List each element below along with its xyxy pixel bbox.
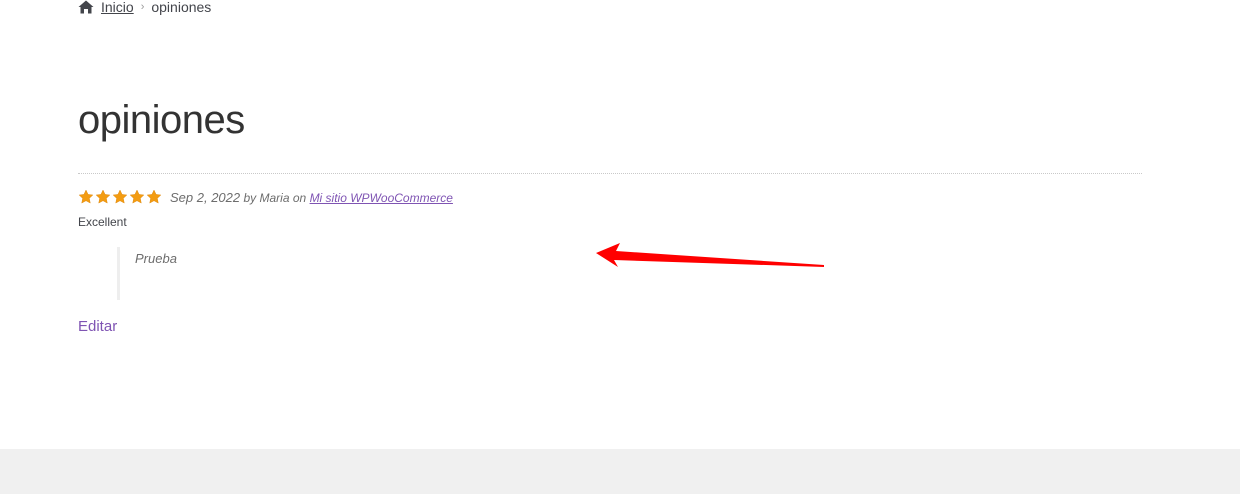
footer [0, 449, 1240, 494]
page-title: opiniones [78, 98, 245, 142]
star-icon [146, 189, 162, 204]
review-date: Sep 2, 2022 [170, 189, 241, 205]
review-content: Prueba [135, 251, 177, 266]
star-icon [95, 189, 111, 204]
review-quote: Prueba [117, 247, 520, 300]
breadcrumb-current: opiniones [151, 0, 212, 15]
star-rating [78, 189, 162, 205]
home-icon [78, 0, 94, 14]
review-by-text: by [243, 190, 257, 205]
breadcrumb-separator: › [140, 1, 145, 13]
review-site-link[interactable]: Mi sitio WPWooCommerce [310, 191, 453, 205]
breadcrumb: Inicio › opiniones [78, 0, 211, 16]
review-on-text: on [292, 190, 307, 205]
star-icon [78, 189, 94, 204]
arrow-annotation [596, 243, 824, 267]
edit-link[interactable]: Editar [78, 318, 117, 335]
title-divider [78, 173, 1142, 174]
review-title: Excellent [78, 215, 127, 229]
review-author: Maria [259, 190, 290, 205]
review-meta: Sep 2, 2022 by Maria on Mi sitio WPWooCo… [78, 187, 453, 207]
review-byline: Sep 2, 2022 by Maria on Mi sitio WPWooCo… [170, 190, 453, 205]
breadcrumb-home-link[interactable]: Inicio [101, 0, 134, 15]
star-icon [112, 189, 128, 204]
star-icon [129, 189, 145, 204]
